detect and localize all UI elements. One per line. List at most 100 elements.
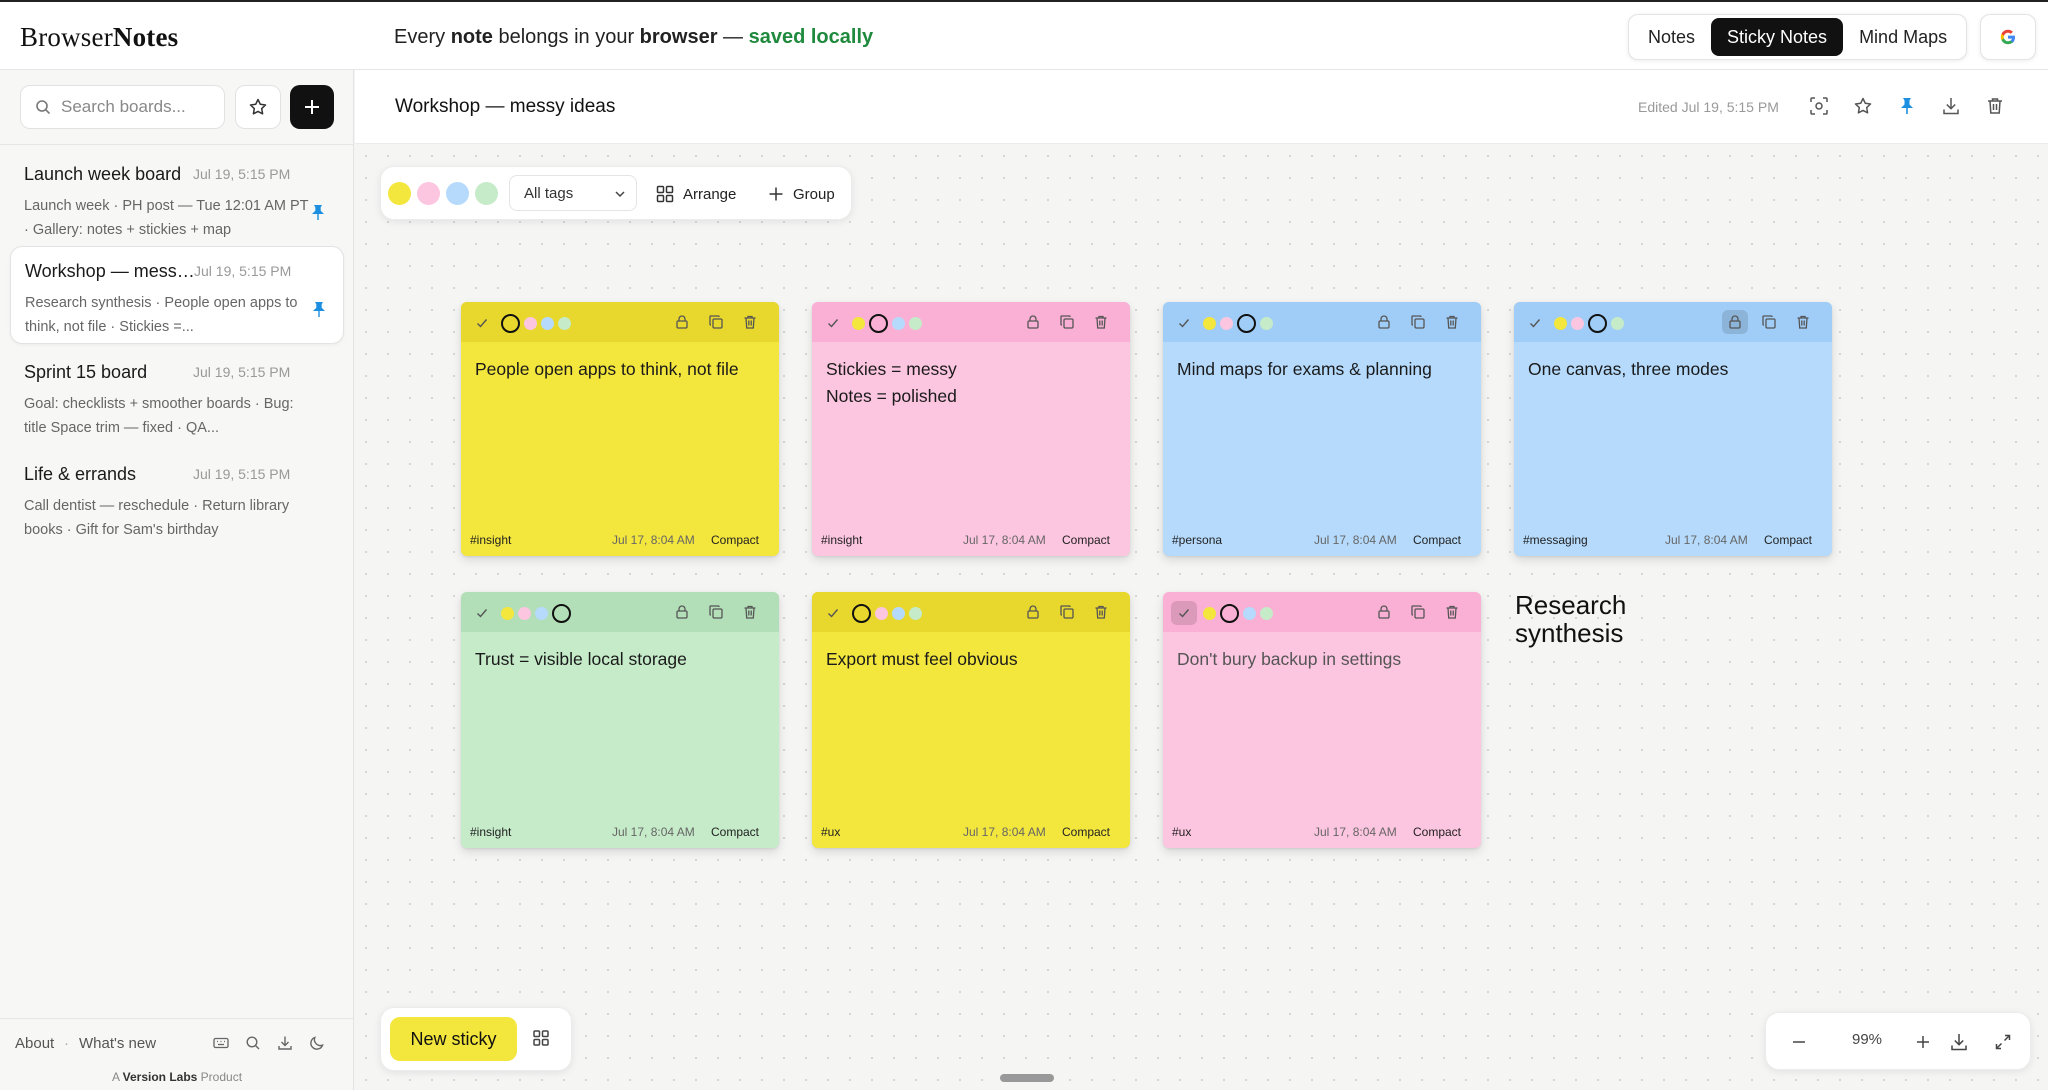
color-filter-yellow[interactable] bbox=[388, 182, 411, 205]
search-icon[interactable] bbox=[244, 1034, 262, 1052]
zoom-out-button[interactable] bbox=[1786, 1029, 1812, 1055]
color-filter-green[interactable] bbox=[475, 182, 498, 205]
group-button[interactable]: Group bbox=[767, 179, 835, 209]
pin-board-button[interactable] bbox=[1893, 92, 1921, 120]
sticky-text[interactable]: Stickies = messy Notes = polished bbox=[826, 356, 1116, 410]
sticky-size-mode[interactable]: Compact bbox=[1062, 825, 1110, 839]
sticky-size-mode[interactable]: Compact bbox=[1764, 533, 1812, 547]
sticky-note[interactable]: One canvas, three modes #messaging Jul 17,… bbox=[1514, 302, 1832, 556]
done-toggle[interactable] bbox=[473, 604, 491, 622]
color-filter-blue[interactable] bbox=[446, 182, 469, 205]
color-dot[interactable] bbox=[1554, 317, 1567, 330]
sticky-header[interactable] bbox=[1163, 302, 1481, 342]
sticky-note[interactable]: Trust = visible local storage #insight Jul… bbox=[461, 592, 779, 848]
lock-button[interactable] bbox=[1722, 310, 1748, 334]
duplicate-button[interactable] bbox=[1409, 602, 1427, 622]
color-dot[interactable] bbox=[501, 607, 514, 620]
canvas-scroll-handle[interactable] bbox=[1000, 1074, 1054, 1082]
color-dot[interactable] bbox=[1611, 317, 1624, 330]
done-toggle[interactable] bbox=[1171, 601, 1197, 625]
download-icon[interactable] bbox=[276, 1034, 294, 1052]
sticky-tag[interactable]: #insight bbox=[821, 533, 862, 547]
group-title[interactable]: Research synthesis bbox=[1515, 591, 1655, 647]
done-toggle[interactable] bbox=[824, 604, 842, 622]
dark-mode-icon[interactable] bbox=[308, 1034, 326, 1052]
board-item[interactable]: Life & errands Jul 19, 5:15 PM Call dentis… bbox=[10, 450, 344, 548]
color-dot[interactable] bbox=[558, 317, 571, 330]
sticky-header[interactable] bbox=[461, 302, 779, 342]
sticky-text[interactable]: People open apps to think, not file bbox=[475, 356, 765, 383]
color-dot[interactable] bbox=[1571, 317, 1584, 330]
account-button[interactable] bbox=[1980, 14, 2036, 60]
delete-sticky-button[interactable] bbox=[1443, 312, 1461, 332]
color-dot[interactable] bbox=[869, 314, 888, 333]
delete-sticky-button[interactable] bbox=[1443, 602, 1461, 622]
search-input[interactable] bbox=[61, 97, 211, 117]
color-dot[interactable] bbox=[1588, 314, 1607, 333]
sticky-text[interactable]: Don't bury backup in settings bbox=[1177, 646, 1467, 673]
lock-button[interactable] bbox=[1024, 312, 1042, 332]
lock-button[interactable] bbox=[1375, 602, 1393, 622]
sticky-note[interactable]: Mind maps for exams & planning #persona Ju… bbox=[1163, 302, 1481, 556]
sticky-size-mode[interactable]: Compact bbox=[711, 825, 759, 839]
board-item[interactable]: Sprint 15 board Jul 19, 5:15 PM Goal: chec… bbox=[10, 348, 344, 446]
sticky-size-mode[interactable]: Compact bbox=[1413, 533, 1461, 547]
color-dot[interactable] bbox=[1203, 317, 1216, 330]
board-item[interactable]: Workshop — messy ideasJul 19, 5:15 PM Res… bbox=[10, 246, 344, 344]
grid-view-icon[interactable] bbox=[531, 1028, 551, 1048]
delete-sticky-button[interactable] bbox=[1092, 312, 1110, 332]
color-dot[interactable] bbox=[909, 607, 922, 620]
color-dot[interactable] bbox=[909, 317, 922, 330]
sticky-tag[interactable]: #insight bbox=[470, 533, 511, 547]
color-dot[interactable] bbox=[1237, 314, 1256, 333]
board-pin[interactable] bbox=[311, 301, 327, 319]
tag-filter-select[interactable]: All tags bbox=[509, 175, 637, 211]
search-box[interactable] bbox=[20, 85, 225, 129]
mode-sticky-notes[interactable]: Sticky Notes bbox=[1711, 18, 1844, 56]
sticky-tag[interactable]: #ux bbox=[821, 825, 840, 839]
sticky-text[interactable]: Trust = visible local storage bbox=[475, 646, 765, 673]
delete-sticky-button[interactable] bbox=[1794, 312, 1812, 332]
color-dot[interactable] bbox=[852, 317, 865, 330]
duplicate-button[interactable] bbox=[1409, 312, 1427, 332]
export-board-button[interactable] bbox=[1937, 92, 1965, 120]
delete-sticky-button[interactable] bbox=[1092, 602, 1110, 622]
sticky-header[interactable] bbox=[812, 302, 1130, 342]
mode-mind-maps[interactable]: Mind Maps bbox=[1843, 18, 1963, 56]
board-item[interactable]: Launch week board Jul 19, 5:15 PM Launch w… bbox=[10, 150, 344, 248]
color-filter-pink[interactable] bbox=[417, 182, 440, 205]
color-dot[interactable] bbox=[1203, 607, 1216, 620]
duplicate-button[interactable] bbox=[1058, 602, 1076, 622]
sticky-text[interactable]: One canvas, three modes bbox=[1528, 356, 1818, 383]
lock-button[interactable] bbox=[1024, 602, 1042, 622]
sticky-tag[interactable]: #ux bbox=[1172, 825, 1191, 839]
duplicate-button[interactable] bbox=[707, 602, 725, 622]
zoom-level[interactable]: 99% bbox=[1834, 1031, 1900, 1048]
app-logo[interactable]: BrowserNotes bbox=[20, 22, 178, 53]
sticky-size-mode[interactable]: Compact bbox=[711, 533, 759, 547]
sticky-text[interactable]: Export must feel obvious bbox=[826, 646, 1116, 673]
duplicate-button[interactable] bbox=[707, 312, 725, 332]
color-dot[interactable] bbox=[541, 317, 554, 330]
delete-sticky-button[interactable] bbox=[741, 312, 759, 332]
color-dot[interactable] bbox=[1220, 604, 1239, 623]
color-dot[interactable] bbox=[852, 604, 871, 623]
duplicate-button[interactable] bbox=[1058, 312, 1076, 332]
favorite-board-button[interactable] bbox=[1849, 92, 1877, 120]
lock-button[interactable] bbox=[1375, 312, 1393, 332]
color-dot[interactable] bbox=[552, 604, 571, 623]
whats-new-link[interactable]: What's new bbox=[79, 1035, 156, 1052]
arrange-button[interactable]: Arrange bbox=[655, 179, 736, 209]
lock-button[interactable] bbox=[673, 312, 691, 332]
lock-button[interactable] bbox=[673, 602, 691, 622]
fullscreen-button[interactable] bbox=[1990, 1029, 2016, 1055]
new-sticky-button[interactable]: New sticky bbox=[390, 1017, 517, 1061]
sticky-size-mode[interactable]: Compact bbox=[1062, 533, 1110, 547]
color-dot[interactable] bbox=[1260, 607, 1273, 620]
mode-notes[interactable]: Notes bbox=[1632, 18, 1711, 56]
sticky-header[interactable] bbox=[1514, 302, 1832, 342]
download-canvas-button[interactable] bbox=[1946, 1029, 1972, 1055]
done-toggle[interactable] bbox=[473, 314, 491, 332]
color-dot[interactable] bbox=[535, 607, 548, 620]
color-dot[interactable] bbox=[518, 607, 531, 620]
